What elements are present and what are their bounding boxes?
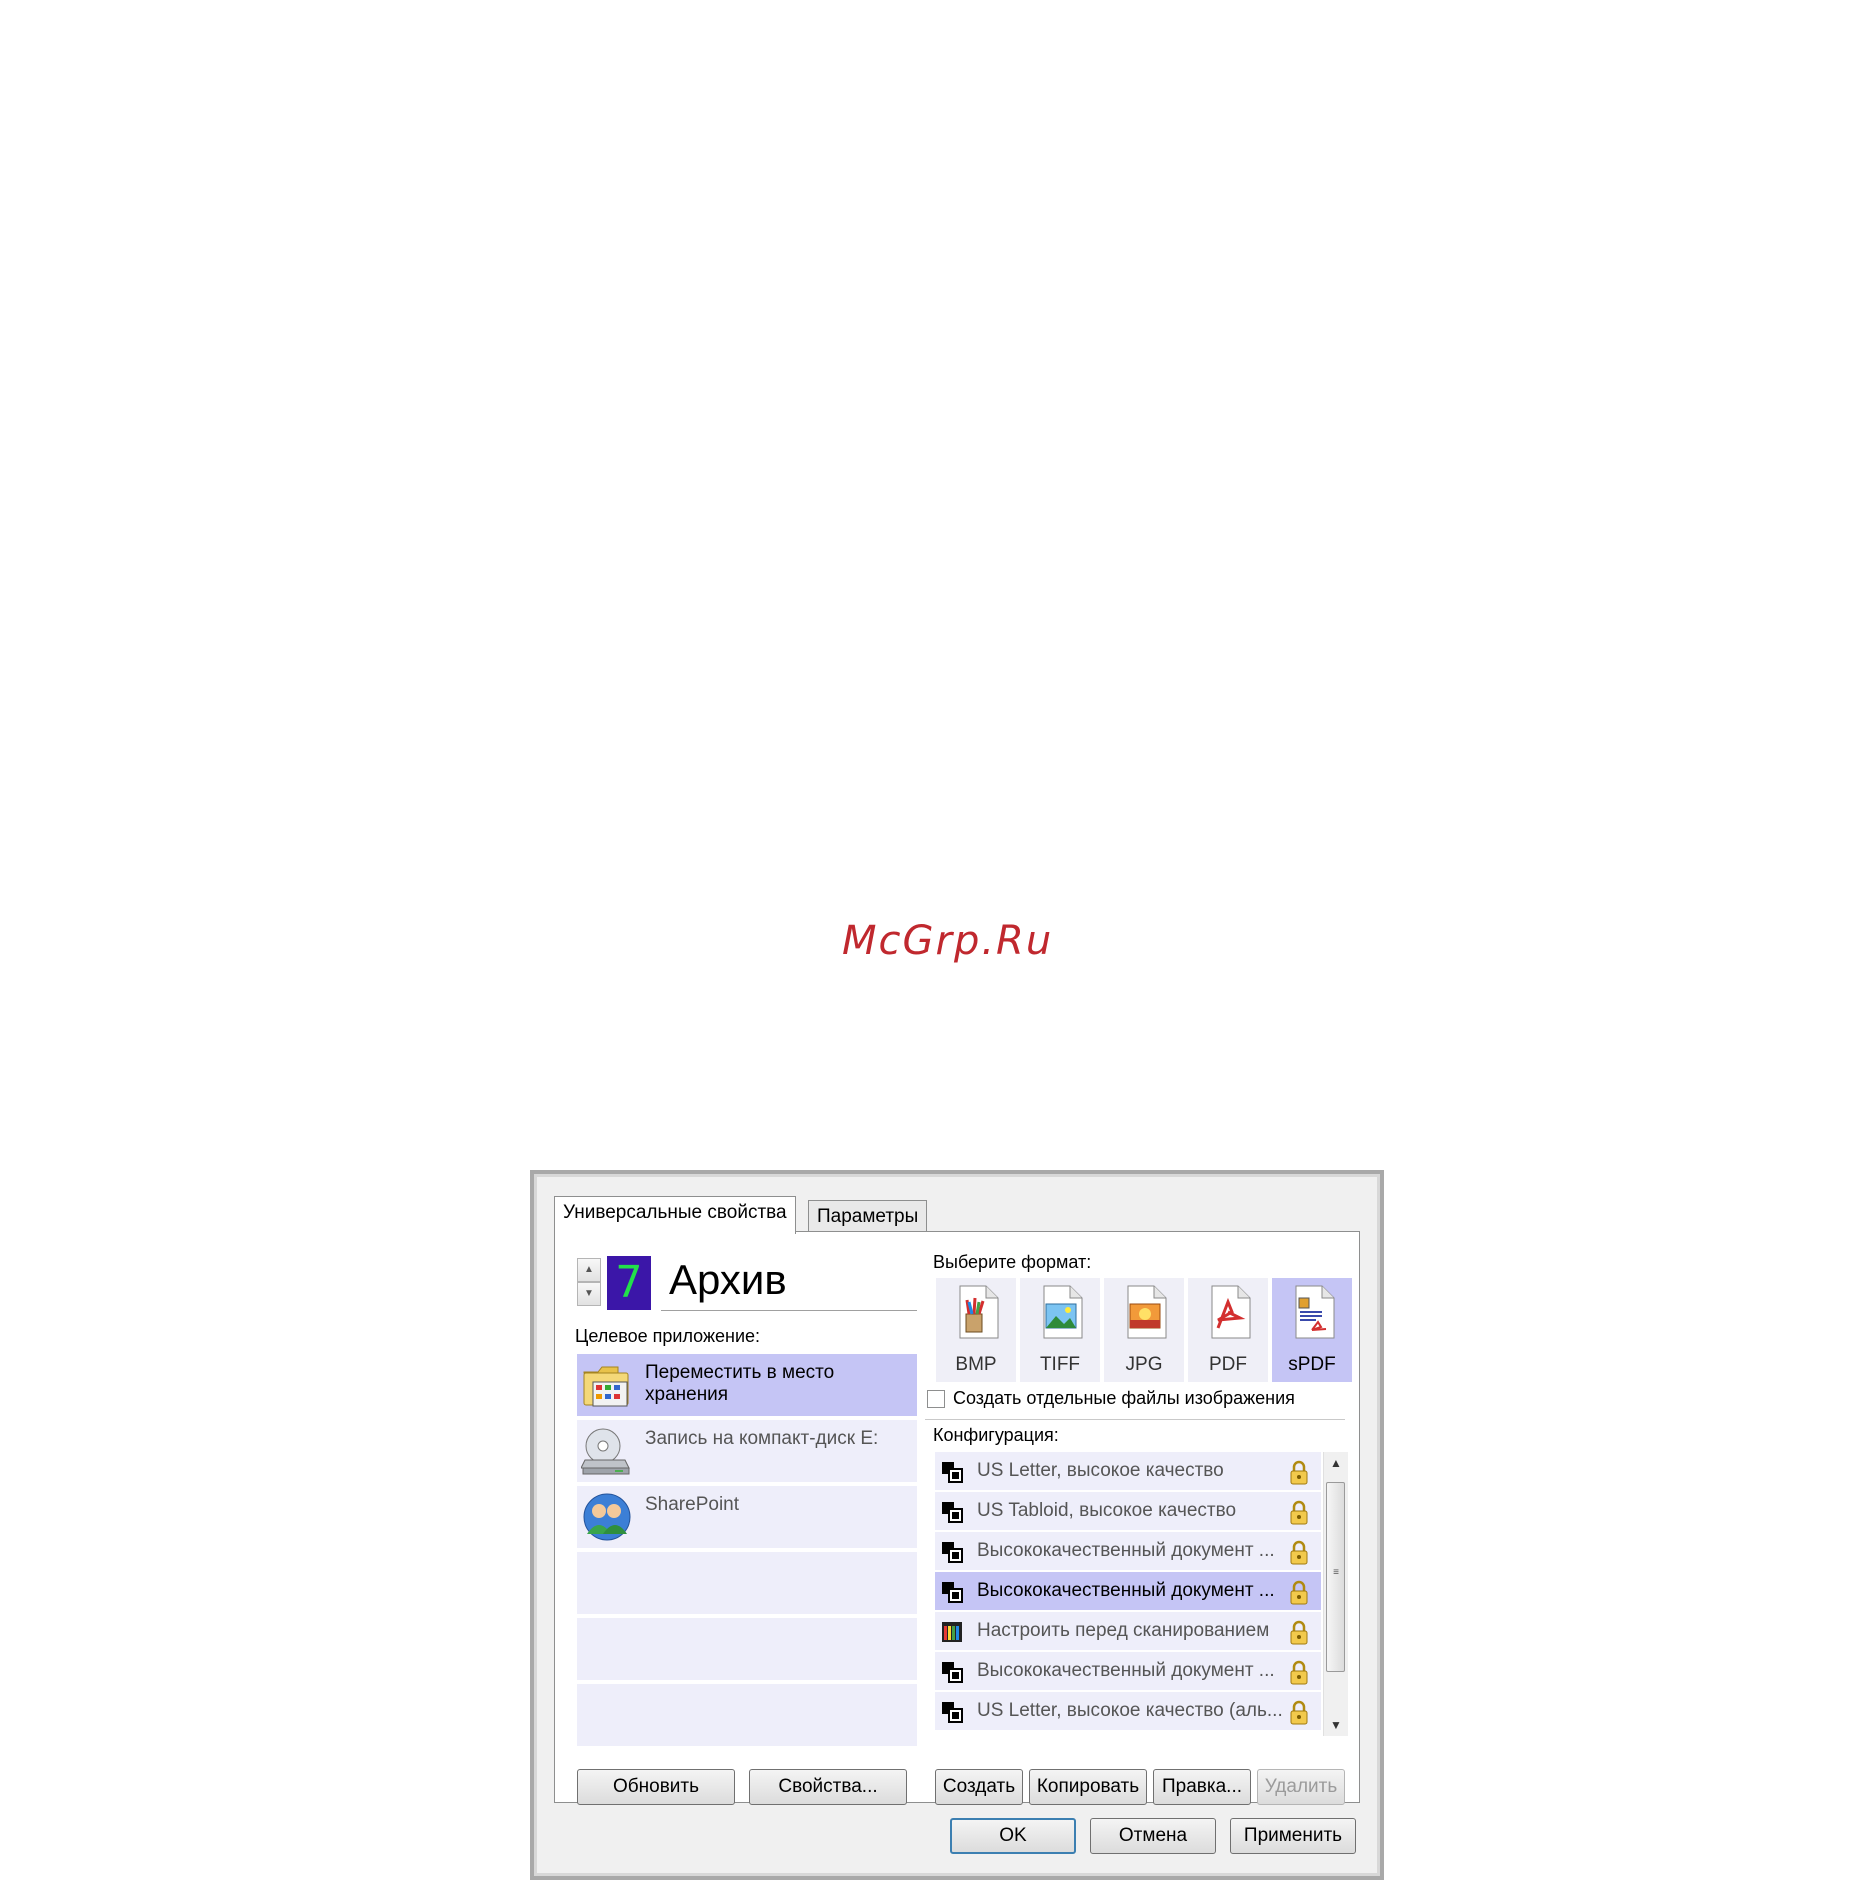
cancel-button[interactable]: Отмена (1090, 1818, 1216, 1854)
separate-files-checkbox[interactable] (927, 1390, 945, 1408)
apply-button[interactable]: Применить (1230, 1818, 1356, 1854)
refresh-button[interactable]: Обновить (577, 1769, 735, 1805)
separate-files-label: Создать отдельные файлы изображения (953, 1388, 1295, 1408)
format-spdf[interactable]: sPDF (1272, 1278, 1352, 1382)
app-item-sharepoint[interactable]: SharePoint (577, 1486, 917, 1548)
config-list[interactable]: US Letter, высокое качество US Tabloid, … (935, 1452, 1321, 1736)
target-app-list[interactable]: Переместить в место хранения Запись на к… (577, 1354, 917, 1750)
properties-button[interactable]: Свойства... (749, 1769, 907, 1805)
format-label-spdf: sPDF (1288, 1354, 1336, 1375)
app-item-empty (577, 1618, 917, 1680)
profile-number-display: 7 (607, 1256, 651, 1310)
cd-burner-icon (581, 1428, 630, 1475)
config-scrollbar[interactable]: ▲ ≡ ▼ (1323, 1452, 1348, 1736)
config-item-label: US Letter, высокое качество (977, 1460, 1224, 1481)
format-label-pdf: PDF (1209, 1354, 1247, 1375)
delete-button[interactable]: Удалить (1257, 1769, 1345, 1805)
app-label-sharepoint: SharePoint (645, 1494, 740, 1515)
lock-icon (1290, 1660, 1308, 1685)
lock-icon (1290, 1620, 1308, 1645)
lock-icon (1290, 1500, 1308, 1525)
format-pdf[interactable]: PDF (1188, 1278, 1268, 1382)
scroll-grip-icon: ≡ (1333, 1567, 1339, 1578)
format-bmp[interactable]: BMP (936, 1278, 1016, 1382)
app-item-storage[interactable]: Переместить в место хранения (577, 1354, 917, 1416)
config-item-label: US Letter, высокое качество (аль... (977, 1700, 1283, 1721)
app-item-cd-burn[interactable]: Запись на компакт-диск E: (577, 1420, 917, 1482)
copy-button[interactable]: Копировать (1029, 1769, 1147, 1805)
bmp-file-icon (959, 1285, 999, 1339)
tiff-file-icon (1043, 1285, 1083, 1339)
bw-scan-icon (942, 1702, 963, 1723)
config-item[interactable]: US Letter, высокое качество (935, 1452, 1321, 1490)
config-item[interactable]: Настроить перед сканированием (935, 1612, 1321, 1650)
spdf-file-icon (1295, 1285, 1335, 1339)
jpg-file-icon (1127, 1285, 1167, 1339)
app-item-empty (577, 1684, 917, 1746)
lock-icon (1290, 1580, 1308, 1605)
bw-scan-icon (942, 1662, 963, 1683)
folder-storage-icon (583, 1366, 629, 1407)
tab-universal-properties[interactable]: Универсальные свойства (554, 1196, 796, 1234)
config-item-label: Настроить перед сканированием (977, 1620, 1270, 1641)
format-label-tiff: TIFF (1039, 1354, 1081, 1375)
edit-button[interactable]: Правка... (1153, 1769, 1251, 1805)
format-label-jpg: JPG (1125, 1354, 1163, 1375)
profile-name: Архив (669, 1256, 787, 1303)
bw-scan-icon (942, 1502, 963, 1523)
config-item-selected[interactable]: Высококачественный документ ... (935, 1572, 1321, 1610)
profile-name-underline (661, 1310, 917, 1311)
tab-panel: ▲ ▼ 7 Архив Целевое приложение: Перемест… (554, 1231, 1360, 1805)
create-button[interactable]: Создать (935, 1769, 1023, 1805)
target-app-label: Целевое приложение: (575, 1326, 761, 1346)
scanner-properties-dialog: Универсальные свойства Параметры ▲ ▼ 7 А… (530, 1170, 1384, 1880)
lock-icon (1290, 1460, 1308, 1485)
ok-button[interactable]: OK (950, 1818, 1076, 1854)
config-item-label: Высококачественный документ ... (977, 1580, 1275, 1601)
app-label-line2: хранения (645, 1384, 729, 1405)
format-jpg[interactable]: JPG (1104, 1278, 1184, 1382)
watermark-text: McGrp.Ru (842, 918, 1054, 964)
bw-scan-icon (942, 1582, 963, 1603)
scroll-up-arrow-icon[interactable]: ▲ (1324, 1452, 1348, 1474)
tab-parameters[interactable]: Параметры (808, 1200, 928, 1234)
config-item[interactable]: Высококачественный документ ... (935, 1652, 1321, 1690)
config-item-label: Высококачественный документ ... (977, 1540, 1275, 1561)
app-label-storage: Переместить в место хранения (645, 1362, 834, 1406)
color-scan-icon (942, 1622, 962, 1642)
config-item-label: Высококачественный документ ... (977, 1660, 1275, 1681)
config-item[interactable]: Высококачественный документ ... (935, 1532, 1321, 1570)
format-label-bmp: BMP (955, 1354, 997, 1375)
scroll-down-arrow-icon[interactable]: ▼ (1324, 1714, 1348, 1736)
config-label: Конфигурация: (933, 1425, 1059, 1445)
config-item[interactable]: US Tabloid, высокое качество (935, 1492, 1321, 1530)
app-item-empty (577, 1552, 917, 1614)
scroll-thumb[interactable]: ≡ (1326, 1482, 1345, 1672)
spin-down-button[interactable]: ▼ (577, 1282, 601, 1306)
format-tiff[interactable]: TIFF (1020, 1278, 1100, 1382)
bw-scan-icon (942, 1462, 963, 1483)
divider (925, 1419, 1345, 1420)
bw-scan-icon (942, 1542, 963, 1563)
app-label-cd-burn: Запись на компакт-диск E: (645, 1428, 879, 1449)
pdf-file-icon (1211, 1285, 1251, 1339)
config-item[interactable]: US Letter, высокое качество (аль... (935, 1692, 1321, 1730)
lock-icon (1290, 1700, 1308, 1725)
sharepoint-users-icon (583, 1493, 631, 1541)
format-label: Выберите формат: (933, 1252, 1092, 1272)
spin-up-button[interactable]: ▲ (577, 1258, 601, 1282)
config-item-label: US Tabloid, высокое качество (977, 1500, 1237, 1521)
app-label-line1: Переместить в место (645, 1362, 835, 1383)
lock-icon (1290, 1540, 1308, 1565)
